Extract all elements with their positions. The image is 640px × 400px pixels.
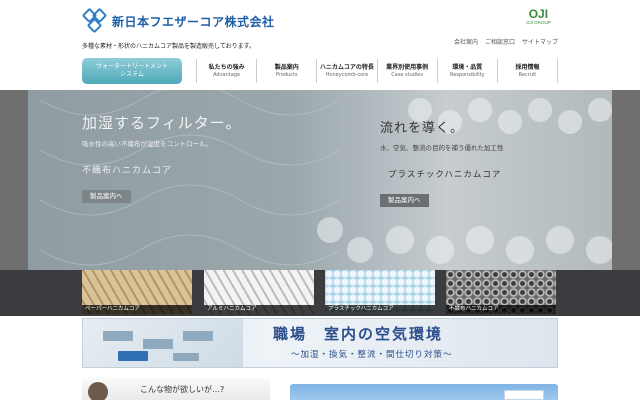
hero-left-subtitle: 吸水性の高い不織布が湿度をコントロール。 [82,140,212,148]
hero-right-product: プラスチックハニカムコア [388,170,502,180]
thumb-paper-honeycomb[interactable]: ペーパーハニカムコア [82,270,192,314]
nav-label-en: Case studies [391,72,423,78]
person-photo [88,382,108,400]
nav-label-jp: 環境・品質 [452,64,483,71]
web-catalog-banner[interactable] [290,384,558,400]
hero-left-product: 不織布ハニカムコア [82,166,173,176]
nav-label-en: Recruit [518,72,537,78]
company-logo[interactable]: 新日本フエザーコア株式会社 [81,7,275,34]
thumb-label: アルミハニカムコア [204,305,314,314]
monitor-illustration [504,390,544,400]
product-thumbnail-strip: ペーパーハニカムコア アルミハニカムコア プラスチックハニカムコア 不織布ハニカ… [0,270,640,316]
nav-label-jp: ハニカムコアの特長 [319,64,374,71]
link-company-info[interactable]: 会社案内 [454,37,478,46]
nav-item-recruit[interactable]: 採用情報 Recruit [496,59,559,83]
link-contact[interactable]: ご相談窓口 [485,37,515,46]
oji-group-logo[interactable]: OJI OJI GROUP [526,8,551,25]
nav-special-line2: システム [120,71,144,78]
nav-label-jp: 業界別使用事例 [386,64,429,71]
utility-links: 会社案内 ご相談窓口 サイトマップ [454,37,558,46]
hero-edge-right [612,90,640,270]
thumb-nonwoven-honeycomb[interactable]: 不織布ハニカムコア [446,270,556,314]
nav-label-en: Honeycomb-core [325,72,369,78]
nav-item-advantage[interactable]: 私たちの強み Advantage [196,59,256,83]
nav-label-jp: 私たちの強み [208,64,245,71]
thumb-label: 不織布ハニカムコア [446,305,556,314]
thumb-aluminum-honeycomb[interactable]: アルミハニカムコア [204,270,314,314]
banner-subtitle: ～加湿・換気・整流・間仕切り対策～ [291,350,453,360]
thumb-label: プラスチックハニカムコア [325,305,435,314]
nav-item-case-studies[interactable]: 業界別使用事例 Case studies [376,59,437,83]
hero-right-products-button[interactable]: 製品案内へ [380,194,429,207]
page: 新日本フエザーコア株式会社 多種な素材・形状のハニカムコア製品を製造販売しており… [0,0,640,400]
hero-edge-left [0,90,28,270]
hero-right-subtitle: 水、空気、整流の目的を補う優れた加工性 [380,144,504,152]
inquiry-banner[interactable]: こんな物が欲しいが…? [82,378,270,400]
main-nav: ウォータートリートメント システム 私たちの強み Advantage 製品案内 … [82,56,559,86]
nav-label-en: Advantage [213,72,241,78]
company-tagline: 多種な素材・形状のハニカムコア製品を製造販売しております。 [82,43,256,50]
nav-label-en: Products [275,72,298,78]
banner-title: 職場 室内の空気環境 [273,325,444,343]
office-illustration [83,319,243,367]
hero-left-products-button[interactable]: 製品案内へ [82,190,131,203]
honeycomb-logo-icon [81,7,108,34]
nav-item-products[interactable]: 製品案内 Products [256,59,316,83]
nav-label-jp: 採用情報 [515,64,540,71]
nav-label-jp: 製品案内 [274,64,299,71]
nav-item-responsibility[interactable]: 環境・品質 Responsibility [436,59,497,83]
hero-left-title: 加湿するフィルター。 [82,114,242,132]
thumb-label: ペーパーハニカムコア [82,305,192,314]
nav-special-line1: ウォータートリートメント [95,63,168,70]
air-environment-banner[interactable]: 職場 室内の空気環境 ～加湿・換気・整流・間仕切り対策～ [82,318,558,368]
hero-slideshow: 加湿するフィルター。 吸水性の高い不織布が湿度をコントロール。 不織布ハニカムコ… [0,90,640,270]
inquiry-text: こんな物が欲しいが…? [140,385,225,394]
nav-label-en: Responsibility [449,72,485,78]
company-name: 新日本フエザーコア株式会社 [112,14,275,29]
thumb-plastic-honeycomb[interactable]: プラスチックハニカムコア [325,270,435,314]
oji-logo-sub: OJI GROUP [526,20,551,25]
hero-right-title: 流れを導く。 [380,121,465,136]
nav-water-treatment-button[interactable]: ウォータートリートメント システム [82,58,182,84]
link-sitemap[interactable]: サイトマップ [522,37,558,46]
nav-item-honeycomb-core[interactable]: ハニカムコアの特長 Honeycomb-core [316,59,376,83]
oji-logo-mark: OJI [528,7,549,21]
